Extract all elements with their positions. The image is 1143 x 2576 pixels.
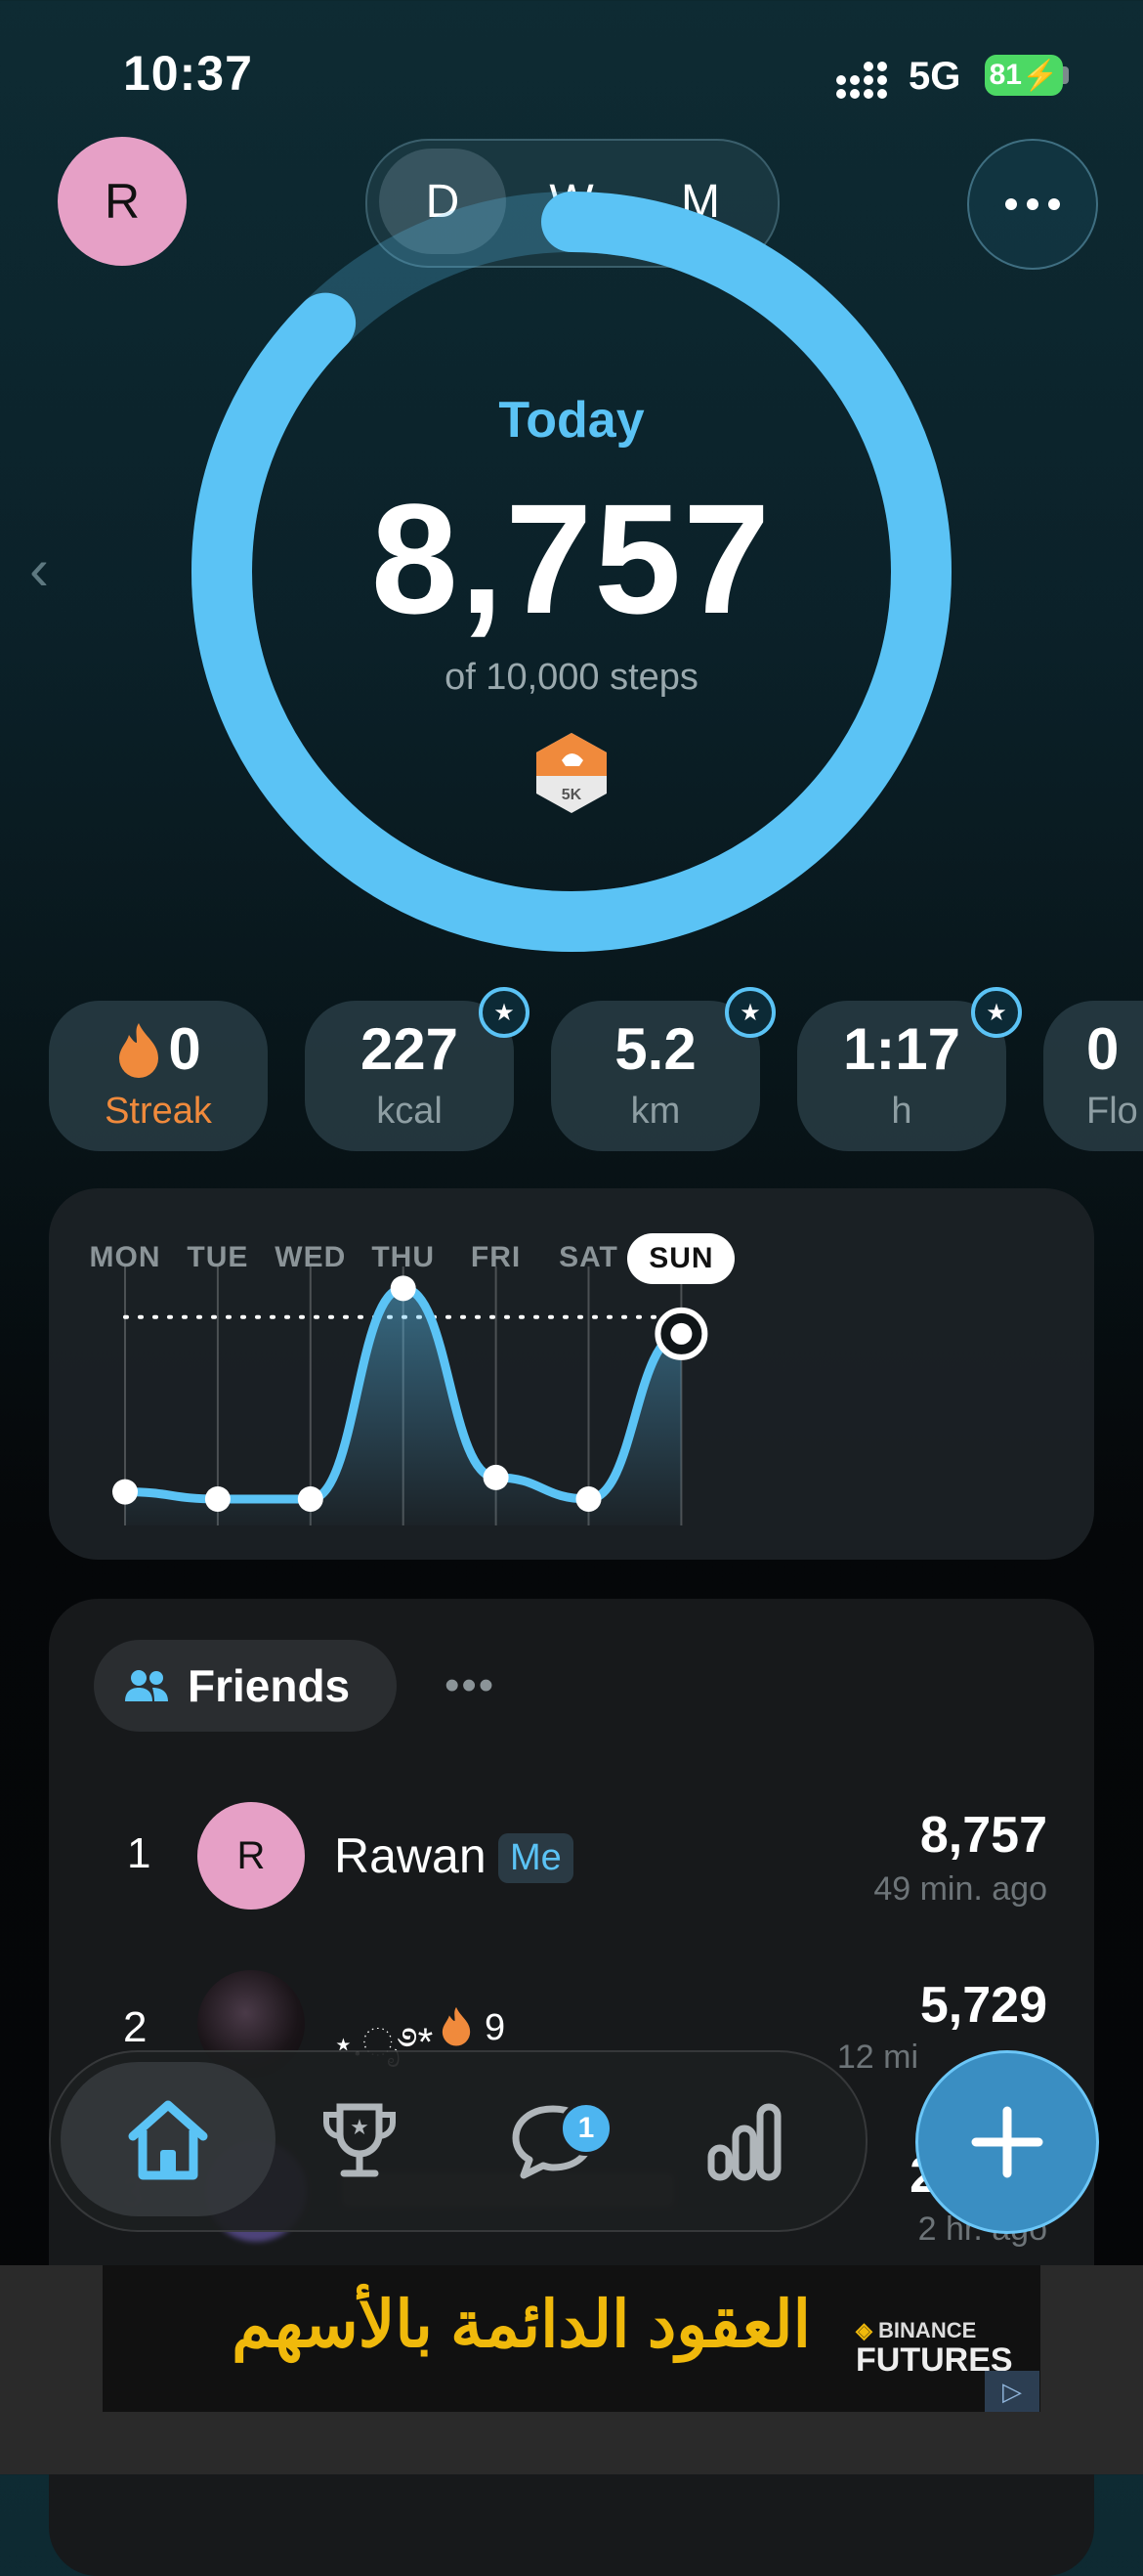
signal-icon bbox=[836, 62, 887, 99]
flame-icon bbox=[119, 1022, 159, 1078]
home-icon[interactable] bbox=[119, 2091, 217, 2189]
previous-day-chevron-icon[interactable]: ‹ bbox=[29, 536, 49, 603]
flame-icon bbox=[442, 2006, 471, 2046]
me-tag: Me bbox=[498, 1833, 573, 1883]
friends-more-icon[interactable]: ••• bbox=[444, 1661, 495, 1710]
stat-label: Flo bbox=[1086, 1090, 1138, 1132]
day-label-sat[interactable]: SAT bbox=[535, 1241, 643, 1274]
stat-floors[interactable]: 0 Flo bbox=[1043, 1001, 1143, 1151]
profile-avatar[interactable]: R bbox=[58, 137, 187, 266]
step-count: 8,757 bbox=[370, 471, 773, 646]
stat-value: 0 bbox=[1086, 1015, 1120, 1082]
stat-label: h bbox=[891, 1090, 912, 1132]
period-label: Today bbox=[498, 392, 645, 449]
star-badge-icon: ★ bbox=[971, 987, 1022, 1038]
stat-value: 1:17 bbox=[842, 1015, 961, 1082]
friend-steps: 8,757 bbox=[919, 1807, 1047, 1864]
day-label-thu[interactable]: THU bbox=[350, 1241, 457, 1274]
friend-rank: 1 bbox=[127, 1829, 151, 1877]
friend-streak: 9 bbox=[485, 2007, 506, 2048]
network-label: 5G bbox=[909, 55, 961, 98]
dot bbox=[1027, 198, 1038, 210]
more-options-button[interactable] bbox=[967, 139, 1098, 270]
stat-streak[interactable]: 0 Streak bbox=[49, 1001, 268, 1151]
stats-icon[interactable] bbox=[696, 2091, 793, 2189]
friend-avatar[interactable]: R bbox=[197, 1802, 305, 1910]
ad-headline[interactable]: العقود الدائمة بالأسهم bbox=[166, 2287, 811, 2362]
chart-point bbox=[575, 1485, 602, 1512]
binance-logo-icon: ◈ bbox=[856, 2318, 872, 2342]
chart-point bbox=[390, 1275, 416, 1302]
stat-value: 227 bbox=[360, 1015, 459, 1082]
ad-choices-icon[interactable]: ▷ bbox=[985, 2371, 1039, 2412]
battery-level: 81 bbox=[989, 59, 1022, 91]
day-label-sun[interactable]: SUN bbox=[627, 1233, 736, 1284]
day-label-mon[interactable]: MON bbox=[71, 1241, 179, 1274]
svg-text:★: ★ bbox=[350, 2116, 369, 2140]
stat-label: kcal bbox=[376, 1090, 443, 1132]
chart-point bbox=[112, 1479, 138, 1505]
chart-point bbox=[204, 1485, 231, 1512]
step-goal: of 10,000 steps bbox=[444, 657, 698, 698]
friends-filter-button[interactable]: Friends bbox=[94, 1640, 397, 1732]
day-label-fri[interactable]: FRI bbox=[443, 1241, 550, 1274]
trophy-icon[interactable]: ★ bbox=[311, 2091, 408, 2189]
stat-label: Streak bbox=[105, 1090, 212, 1132]
add-button[interactable] bbox=[915, 2050, 1099, 2234]
battery-nub bbox=[1063, 66, 1069, 84]
plus-icon bbox=[971, 2106, 1043, 2178]
ad-brand-top: ◈ BINANCE bbox=[856, 2318, 976, 2343]
dot bbox=[1005, 198, 1017, 210]
friend-steps: 5,729 bbox=[919, 1977, 1047, 2034]
chart-area bbox=[125, 1288, 682, 1525]
status-time: 10:37 bbox=[123, 46, 253, 101]
star-badge-icon: ★ bbox=[725, 987, 776, 1038]
day-label-wed[interactable]: WED bbox=[257, 1241, 364, 1274]
chat-unread-badge: 1 bbox=[559, 2101, 614, 2156]
chart-point bbox=[483, 1464, 509, 1490]
star-badge-icon: ★ bbox=[479, 987, 529, 1038]
dot bbox=[1048, 198, 1060, 210]
ad-brand-name: BINANCE bbox=[878, 2318, 977, 2342]
friend-name[interactable]: Rawan bbox=[334, 1827, 487, 1884]
battery-icon: 81 ⚡ bbox=[985, 55, 1063, 96]
people-icon bbox=[125, 1670, 168, 1701]
badge-label: 5K bbox=[562, 787, 582, 803]
selected-day-marker-dot bbox=[670, 1322, 693, 1345]
stat-value: 0 bbox=[168, 1015, 201, 1082]
day-label-tue[interactable]: TUE bbox=[164, 1241, 272, 1274]
friends-label: Friends bbox=[188, 1660, 351, 1711]
friend-updated-time: 49 min. ago bbox=[873, 1870, 1047, 1908]
stat-label: km bbox=[630, 1090, 681, 1132]
chart-point bbox=[297, 1485, 323, 1512]
stat-value: 5.2 bbox=[614, 1015, 697, 1082]
friend-rank: 2 bbox=[123, 2003, 148, 2051]
5k-badge-icon[interactable]: 5K bbox=[532, 731, 611, 815]
